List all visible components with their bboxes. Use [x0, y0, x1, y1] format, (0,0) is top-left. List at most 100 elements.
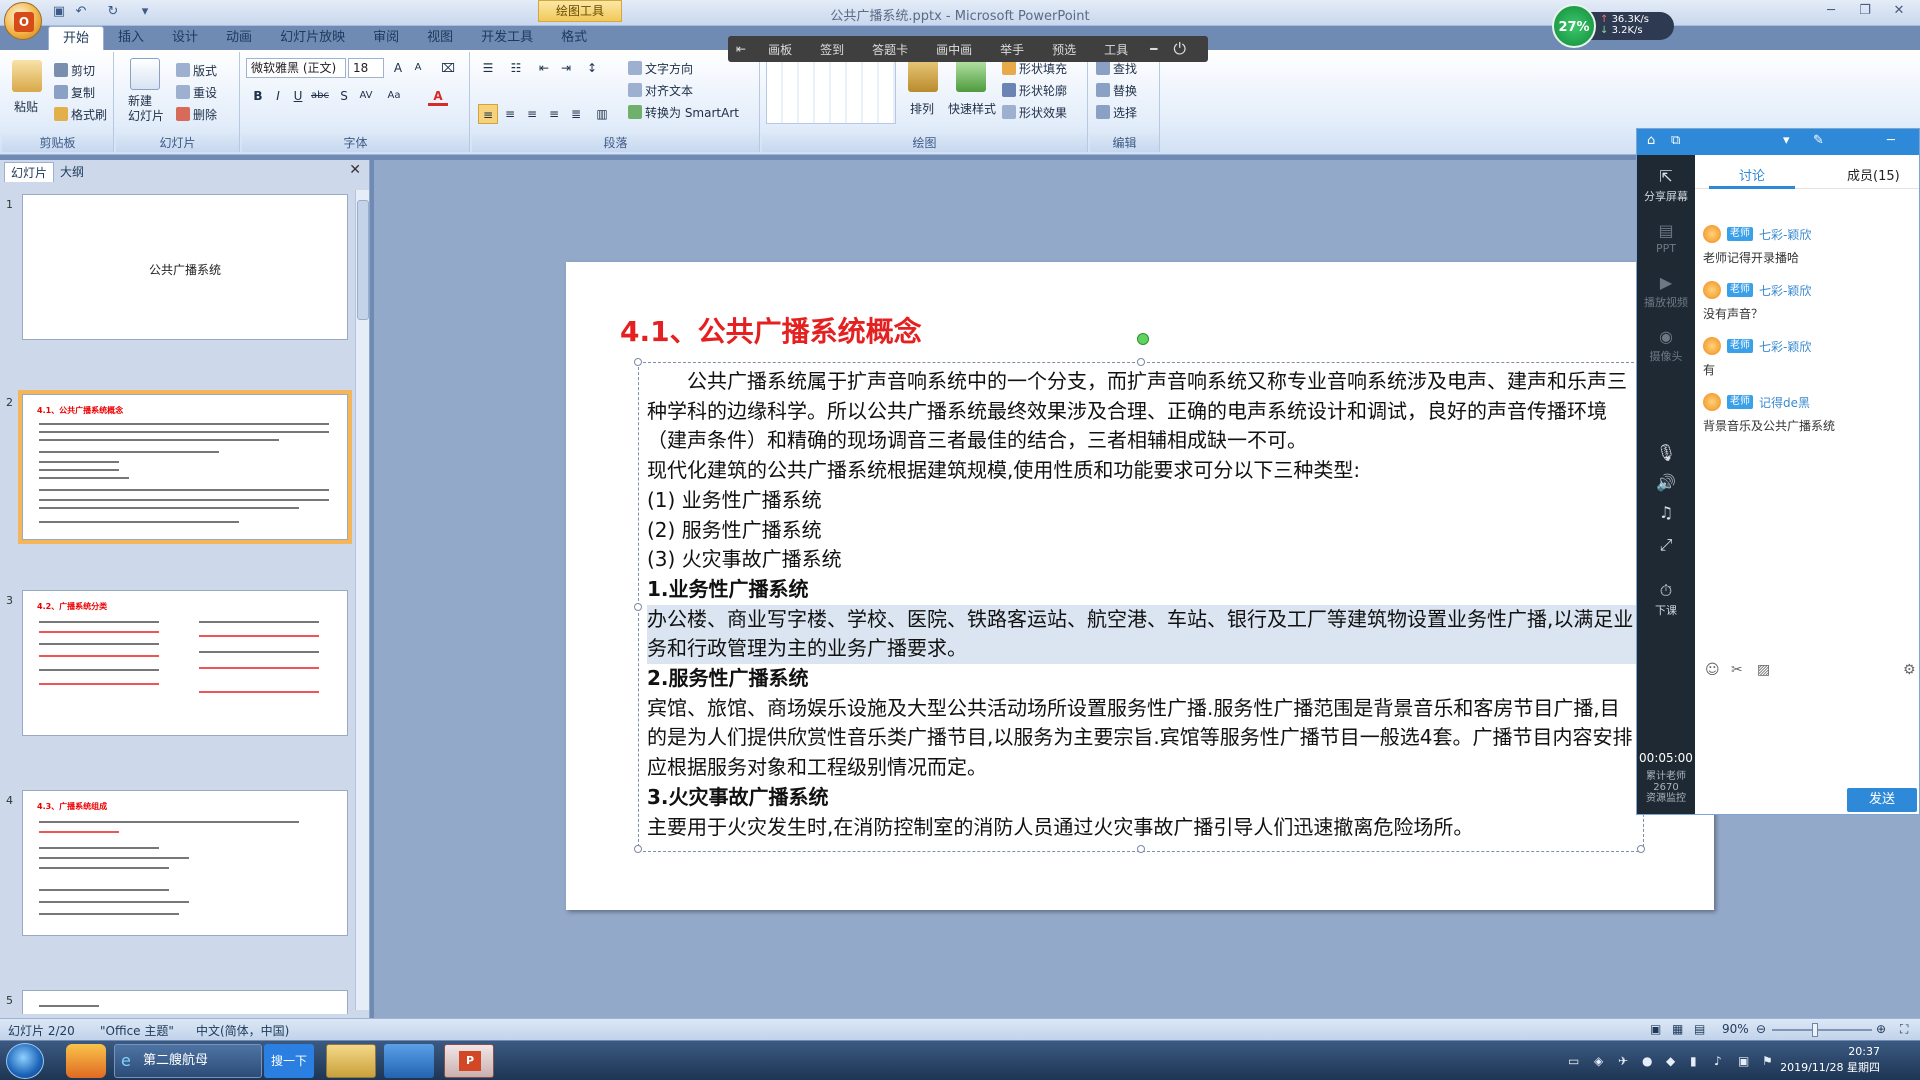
delete-slide-button[interactable]: 删除	[176, 106, 217, 123]
cut-button[interactable]: 剪切	[54, 62, 95, 79]
close-icon[interactable]: ✕	[1884, 3, 1914, 21]
sender-name[interactable]: 七彩-颖欣	[1759, 226, 1811, 243]
play-video-button[interactable]: ▶ 播放视频	[1637, 273, 1695, 310]
paste-icon[interactable]	[12, 60, 42, 92]
line-spacing-icon[interactable]: ↕	[582, 58, 602, 78]
language-indicator[interactable]: 中文(简体，中国)	[196, 1022, 289, 1039]
preselect-button[interactable]: 预选	[1038, 41, 1090, 58]
restore-icon[interactable]: ❐	[1850, 3, 1880, 21]
tools-button[interactable]: 工具	[1090, 41, 1142, 58]
speaker-button[interactable]: 🔊	[1637, 473, 1695, 494]
sign-in-button[interactable]: 签到	[806, 41, 858, 58]
align-center-icon[interactable]: ≡	[500, 104, 520, 124]
sender-name[interactable]: 记得de黑	[1759, 394, 1810, 411]
quick-styles-button[interactable]: 快速样式	[948, 100, 996, 117]
shape-outline-button[interactable]: 形状轮廓	[1002, 82, 1067, 99]
slide-thumbnail-3[interactable]: 4.2、广播系统分类	[22, 590, 348, 736]
sender-name[interactable]: 七彩-颖欣	[1759, 338, 1811, 355]
settings-gear-icon[interactable]: ⚙	[1903, 662, 1916, 678]
change-case-icon[interactable]: Aa	[384, 86, 404, 106]
shrink-font-icon[interactable]: A	[408, 58, 428, 78]
system-clock[interactable]: 20:37 2019/11/28 星期四	[1780, 1044, 1880, 1076]
paste-button[interactable]: 粘贴	[14, 98, 38, 115]
minimize-icon[interactable]: ─	[1816, 3, 1846, 21]
resize-handle[interactable]	[634, 358, 642, 366]
bold-icon[interactable]: B	[248, 86, 268, 106]
rotation-handle[interactable]	[1137, 333, 1149, 345]
align-right-icon[interactable]: ≡	[522, 104, 542, 124]
browser-taskbar-item[interactable]: e 第二艘航母	[114, 1044, 262, 1078]
chat-input[interactable]	[1699, 689, 1915, 781]
share-screen-button[interactable]: ⇱ 分享屏幕	[1637, 167, 1695, 204]
answer-card-button[interactable]: 答题卡	[858, 41, 922, 58]
resize-handle[interactable]	[634, 845, 642, 853]
reset-button[interactable]: 重设	[176, 84, 217, 101]
font-color-icon[interactable]: A	[428, 86, 448, 106]
slide-thumbnail-5[interactable]	[22, 990, 348, 1014]
network-speed-widget[interactable]: ↑ 36.3K/s ↓ 3.2K/s 27%	[1552, 4, 1676, 48]
smartart-button[interactable]: 转换为 SmartArt	[628, 104, 739, 121]
tab-animation[interactable]: 动画	[212, 26, 266, 50]
tab-discussion[interactable]: 讨论	[1739, 165, 1765, 184]
justify-icon[interactable]: ≡	[544, 104, 564, 124]
pin-icon[interactable]: ━	[1142, 42, 1165, 56]
app-launcher-icon[interactable]	[66, 1044, 106, 1078]
quick-styles-icon[interactable]	[956, 60, 986, 92]
shadow-icon[interactable]: S	[334, 86, 354, 106]
camera-button[interactable]: ◉ 摄像头	[1637, 327, 1695, 364]
slide-thumbnail-2[interactable]: 4.1、公共广播系统概念	[18, 390, 352, 544]
columns-icon[interactable]: ▥	[592, 104, 612, 124]
replace-button[interactable]: 替换	[1096, 82, 1137, 99]
tray-network-icon[interactable]: ✈	[1618, 1054, 1632, 1068]
sender-name[interactable]: 七彩-颖欣	[1759, 282, 1811, 299]
body-paragraph[interactable]: 办公楼、商业写字楼、学校、医院、铁路客运站、航空港、车站、银行及工厂等建筑物设置…	[647, 604, 1639, 665]
powerpoint-taskbar-icon[interactable]: P	[444, 1044, 494, 1078]
microphone-button[interactable]: 🎙	[1637, 443, 1695, 464]
tab-slideshow[interactable]: 幻灯片放映	[266, 26, 359, 50]
copy-button[interactable]: 复制	[54, 84, 95, 101]
slide-title[interactable]: 4.1、公共广播系统概念	[620, 310, 922, 350]
layout-button[interactable]: 版式	[176, 62, 217, 79]
sorter-view-icon[interactable]: ▦	[1672, 1022, 1683, 1036]
text-direction-button[interactable]: 文字方向	[628, 60, 693, 77]
search-button[interactable]: 搜一下	[264, 1044, 314, 1078]
tray-keyboard-icon[interactable]: ▭	[1568, 1054, 1582, 1068]
resize-handle[interactable]	[1137, 845, 1145, 853]
image-icon[interactable]: ▨	[1757, 662, 1770, 678]
tab-members[interactable]: 成员(15)	[1847, 165, 1900, 184]
shape-fill-button[interactable]: 形状填充	[1002, 60, 1067, 77]
tray-flag-icon[interactable]: ⚑	[1762, 1054, 1776, 1068]
power-icon[interactable]: ⏻	[1165, 39, 1194, 59]
end-class-button[interactable]: ⏱ 下课	[1637, 581, 1695, 618]
tab-outline[interactable]: 大纲	[54, 162, 90, 182]
office-button[interactable]: O	[4, 2, 42, 40]
dropdown-icon[interactable]: ▾	[1783, 133, 1790, 148]
zoom-slider[interactable]	[1772, 1029, 1872, 1031]
section-heading[interactable]: 2.服务性广播系统	[647, 664, 1639, 694]
tab-insert[interactable]: 插入	[104, 26, 158, 50]
resize-handle[interactable]	[1137, 358, 1145, 366]
zoom-in-icon[interactable]: ⊕	[1876, 1022, 1886, 1036]
fullscreen-button[interactable]: ⤢	[1637, 535, 1695, 556]
body-paragraph[interactable]: 现代化建筑的公共广播系统根据建筑规模,使用性质和功能要求可分以下三种类型:	[647, 456, 1639, 486]
tab-design[interactable]: 设计	[158, 26, 212, 50]
tray-security-icon[interactable]: ◆	[1666, 1054, 1680, 1068]
emoji-icon[interactable]: ☺	[1705, 662, 1720, 678]
music-button[interactable]: ♫	[1637, 503, 1695, 524]
zoom-out-icon[interactable]: ⊖	[1756, 1022, 1766, 1036]
send-button[interactable]: 发送	[1847, 788, 1917, 812]
scrollbar-thumb[interactable]	[357, 200, 369, 320]
screenshot-scissors-icon[interactable]: ✂	[1731, 662, 1743, 678]
tray-app-icon[interactable]: ●	[1642, 1054, 1656, 1068]
resize-handle[interactable]	[634, 603, 642, 611]
start-button[interactable]	[6, 1043, 44, 1079]
find-button[interactable]: 查找	[1096, 60, 1137, 77]
tab-slides[interactable]: 幻灯片	[4, 162, 55, 182]
shapes-gallery[interactable]	[766, 60, 896, 124]
numbering-icon[interactable]: ☷	[506, 58, 526, 78]
slide-body-text[interactable]: 公共广播系统属于扩声音响系统中的一个分支，而扩声音响系统又称专业音响系统涉及电声…	[647, 367, 1639, 842]
section-heading[interactable]: 3.火灾事故广播系统	[647, 783, 1639, 813]
tab-developer[interactable]: 开发工具	[467, 26, 547, 50]
arrange-button[interactable]: 排列	[910, 100, 934, 117]
char-spacing-icon[interactable]: AV	[356, 86, 376, 106]
